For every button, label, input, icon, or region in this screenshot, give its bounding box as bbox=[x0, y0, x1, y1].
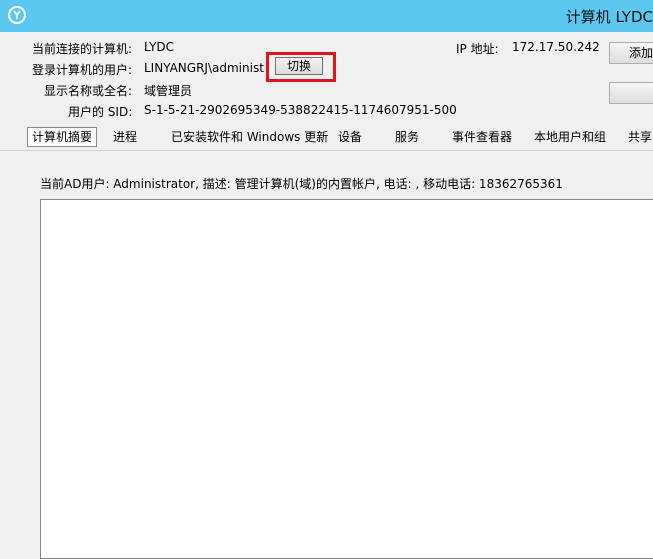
tab-computer-summary[interactable]: 计算机摘要 bbox=[27, 127, 98, 147]
tab-processes[interactable]: 进程 bbox=[113, 128, 137, 146]
login-user-label: 登录计算机的用户: bbox=[32, 63, 133, 77]
ip-value: 172.17.50.242 bbox=[512, 40, 600, 54]
tab-event-viewer[interactable]: 事件查看器 bbox=[452, 128, 512, 146]
tab-devices[interactable]: 设备 bbox=[338, 128, 362, 146]
login-user-value: LINYANGRJ\administrato bbox=[144, 61, 265, 75]
tab-bar: 计算机摘要 进程 已安装软件和 Windows 更新 设备 服务 事件查看器 本… bbox=[0, 125, 653, 151]
sid-label: 用户的 SID: bbox=[68, 105, 133, 119]
computer-label: 当前连接的计算机: bbox=[32, 42, 133, 56]
add-button[interactable]: 添加 bbox=[609, 42, 653, 64]
switch-user-button[interactable]: 切换 bbox=[275, 57, 323, 75]
ip-label: IP 地址: bbox=[456, 42, 499, 56]
secondary-button[interactable] bbox=[609, 82, 653, 104]
tab-installed-software[interactable]: 已安装软件和 Windows 更新 bbox=[171, 128, 328, 146]
title-bar[interactable]: 计算机 LYDC bbox=[0, 0, 653, 32]
tab-local-users-groups[interactable]: 本地用户和组 bbox=[534, 128, 606, 146]
app-logo-icon bbox=[8, 6, 26, 24]
tab-shares[interactable]: 共享 bbox=[628, 128, 652, 146]
tab-services[interactable]: 服务 bbox=[395, 128, 419, 146]
ad-user-info: 当前AD用户: Administrator, 描述: 管理计算机(域)的内置帐户… bbox=[40, 177, 563, 191]
display-name-value: 域管理员 bbox=[144, 84, 193, 98]
sid-value: S-1-5-21-2902695349-538822415-1174607951… bbox=[144, 103, 457, 117]
tab-divider bbox=[0, 150, 653, 151]
window-title: 计算机 LYDC bbox=[565, 8, 653, 26]
computer-value: LYDC bbox=[144, 40, 175, 54]
display-name-label: 显示名称或全名: bbox=[44, 84, 133, 98]
summary-content-area[interactable] bbox=[40, 199, 653, 559]
